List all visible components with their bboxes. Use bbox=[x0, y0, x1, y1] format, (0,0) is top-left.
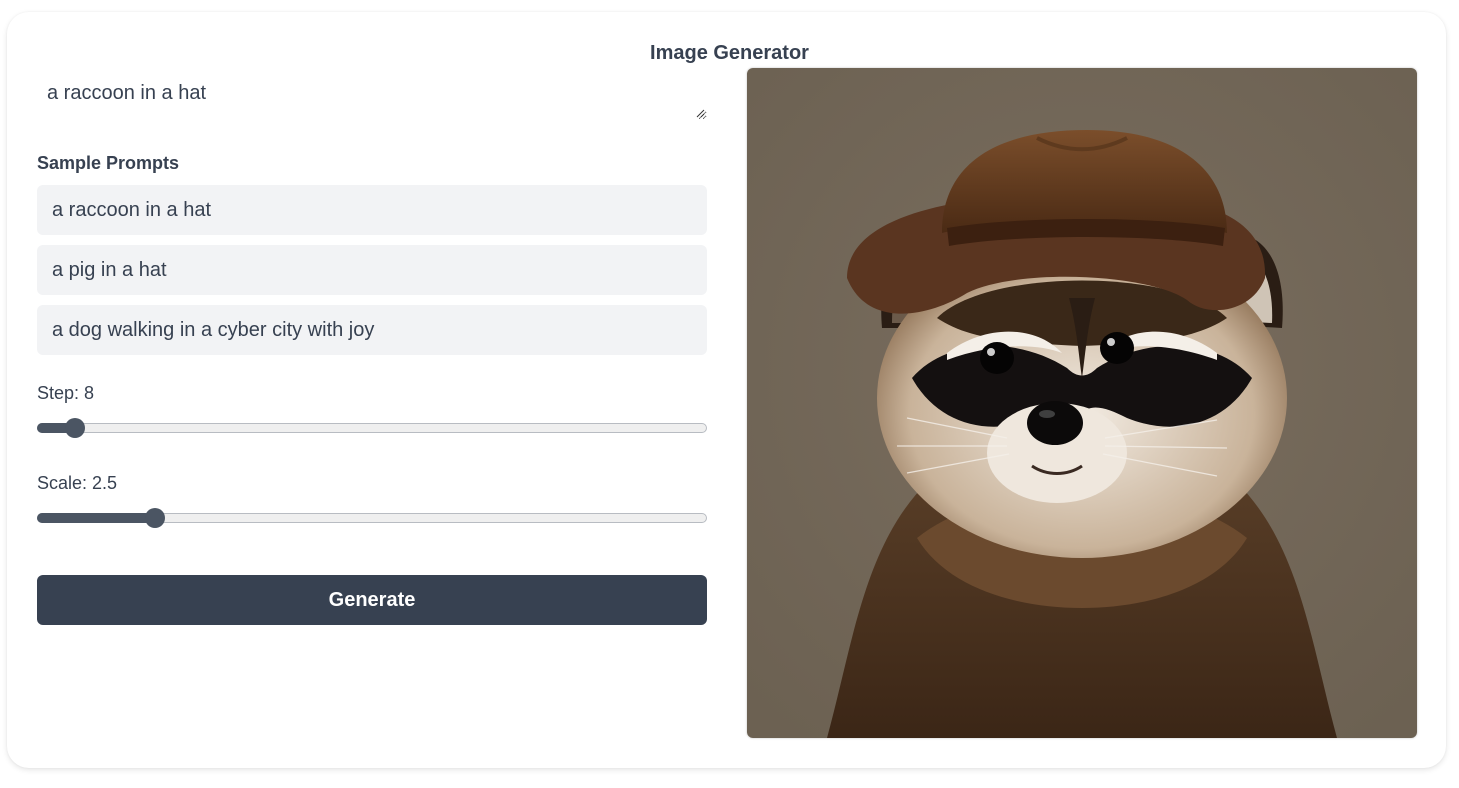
scale-label: Scale: 2.5 bbox=[37, 473, 118, 493]
page-title: Image Generator bbox=[650, 42, 809, 64]
resize-grip-icon[interactable] bbox=[695, 108, 705, 118]
raccoon-image bbox=[747, 68, 1417, 738]
sample-prompt-dog[interactable]: a dog walking in a cyber city with joy bbox=[37, 305, 707, 355]
scale-slider[interactable] bbox=[37, 508, 707, 528]
prompt-input[interactable] bbox=[37, 78, 707, 120]
prompt-field-wrapper bbox=[37, 78, 707, 120]
sample-prompt-pig[interactable]: a pig in a hat bbox=[37, 245, 707, 295]
step-slider[interactable] bbox=[37, 418, 707, 438]
sample-prompt-label: a dog walking in a cyber city with joy bbox=[52, 318, 375, 341]
scale-slider-fill bbox=[37, 513, 154, 523]
step-slider-thumb[interactable] bbox=[65, 418, 85, 438]
generate-button[interactable]: Generate bbox=[37, 575, 707, 625]
sample-prompt-label: a pig in a hat bbox=[52, 258, 167, 281]
generated-image bbox=[747, 68, 1417, 738]
sample-prompts-heading: Sample Prompts bbox=[37, 153, 180, 173]
scale-slider-thumb[interactable] bbox=[145, 508, 165, 528]
sample-prompt-raccoon[interactable]: a raccoon in a hat bbox=[37, 185, 707, 235]
sample-prompt-label: a raccoon in a hat bbox=[52, 198, 211, 221]
step-label: Step: 8 bbox=[37, 383, 95, 403]
